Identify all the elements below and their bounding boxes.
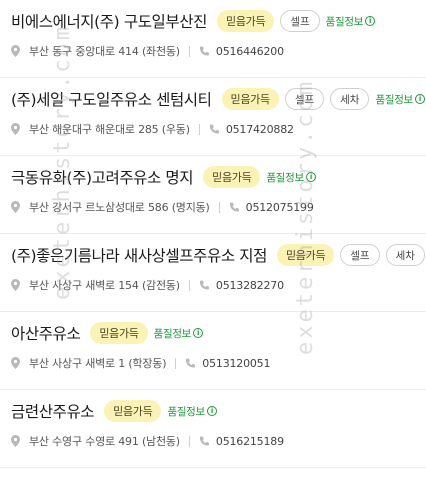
location-pin-icon: [11, 123, 20, 135]
list-item[interactable]: (주)좋은기름나라 새사상셀프주유소 지점 믿음가득 셀프 세차 부산 사상구 …: [0, 234, 426, 312]
station-list: 비에스에너지(주) 구도일부산진 믿음가득 셀프 품질정보 i 부산 동구 중앙…: [0, 0, 426, 468]
phone-number[interactable]: 0517420882: [226, 123, 294, 136]
phone-icon: [199, 436, 209, 445]
phone-icon: [229, 202, 239, 211]
phone-icon: [199, 280, 209, 289]
phone-icon: [209, 124, 219, 133]
tag-self: 셀프: [340, 244, 380, 266]
station-name[interactable]: 비에스에너지(주) 구도일부산진: [11, 10, 207, 32]
trust-badge: 믿음가득: [203, 166, 261, 188]
location-pin-icon: [11, 357, 20, 369]
quality-info-label: 품질정보: [167, 405, 205, 418]
quality-info-link[interactable]: 품질정보 i: [153, 326, 204, 341]
title-row: 극동유화(주)고려주유소 명지 믿음가득 품질정보 i: [11, 164, 426, 190]
title-row: 아산주유소 믿음가득 품질정보 i: [11, 320, 426, 346]
title-row: 금련산주유소 믿음가득 품질정보 i: [11, 398, 426, 424]
address: 부산 강서구 르노삼성대로 586 (명지동): [29, 201, 210, 214]
title-row: (주)좋은기름나라 새사상셀프주유소 지점 믿음가득 셀프 세차: [11, 242, 426, 268]
address: 부산 수영구 수영로 491 (남천동): [29, 435, 180, 448]
list-item[interactable]: 아산주유소 믿음가득 품질정보 i 부산 사상구 새벽로 1 (학장동) 051…: [0, 312, 426, 390]
info-icon: i: [193, 328, 204, 338]
address: 부산 사상구 새벽로 1 (학장동): [29, 357, 167, 370]
tag-carwash: 세차: [385, 244, 425, 266]
divider: [188, 279, 190, 291]
list-item[interactable]: 금련산주유소 믿음가득 품질정보 i 부산 수영구 수영로 491 (남천동) …: [0, 390, 426, 468]
meta-row: 부산 사상구 새벽로 154 (감전동) 0513282270: [11, 276, 426, 294]
location-pin-icon: [11, 435, 20, 447]
trust-badge: 믿음가득: [104, 400, 162, 422]
location-pin-icon: [11, 45, 20, 57]
list-item[interactable]: 비에스에너지(주) 구도일부산진 믿음가득 셀프 품질정보 i 부산 동구 중앙…: [0, 0, 426, 78]
info-icon: i: [206, 406, 217, 416]
title-row: 비에스에너지(주) 구도일부산진 믿음가득 셀프 품질정보 i: [11, 8, 426, 34]
location-pin-icon: [11, 279, 20, 291]
divider: [218, 201, 220, 213]
phone-number[interactable]: 0513282270: [216, 279, 284, 292]
quality-info-label: 품질정보: [325, 15, 364, 28]
station-name[interactable]: 극동유화(주)고려주유소 명지: [11, 166, 194, 188]
quality-info-label: 품질정보: [266, 171, 304, 184]
quality-info-link[interactable]: 품질정보 i: [325, 14, 376, 29]
info-icon: i: [414, 94, 425, 104]
address: 부산 사상구 새벽로 154 (감전동): [29, 279, 180, 292]
tag-carwash: 세차: [330, 88, 370, 110]
tag-self: 셀프: [284, 88, 325, 110]
station-name[interactable]: (주)좋은기름나라 새사상셀프주유소 지점: [11, 244, 267, 266]
quality-info-link[interactable]: 품질정보 i: [266, 170, 316, 185]
phone-number[interactable]: 0516215189: [216, 435, 284, 448]
tag-self: 셀프: [280, 10, 320, 32]
phone-icon: [186, 358, 196, 367]
meta-row: 부산 사상구 새벽로 1 (학장동) 0513120051: [11, 354, 426, 372]
station-name[interactable]: 금련산주유소: [11, 400, 95, 422]
list-item[interactable]: (주)세일 구도일주유소 센텀시티 믿음가득 셀프 세차 품질정보 i 부산 해…: [0, 78, 426, 156]
location-pin-icon: [11, 201, 20, 213]
divider: [188, 435, 190, 447]
station-name[interactable]: 아산주유소: [11, 322, 81, 344]
trust-badge: 믿음가득: [221, 88, 279, 110]
trust-badge: 믿음가득: [276, 244, 335, 266]
quality-info-label: 품질정보: [153, 327, 192, 340]
phone-number[interactable]: 0512075199: [246, 201, 314, 214]
phone-icon: [199, 46, 209, 55]
info-icon: i: [305, 172, 316, 182]
address: 부산 해운대구 해운대로 285 (우동): [29, 123, 190, 136]
info-icon: i: [365, 16, 376, 26]
trust-badge: 믿음가득: [90, 322, 148, 344]
quality-info-label: 품질정보: [375, 93, 413, 106]
divider: [188, 45, 190, 57]
meta-row: 부산 강서구 르노삼성대로 586 (명지동) 0512075199: [11, 198, 426, 216]
meta-row: 부산 수영구 수영로 491 (남천동) 0516215189: [11, 432, 426, 450]
list-item[interactable]: 극동유화(주)고려주유소 명지 믿음가득 품질정보 i 부산 강서구 르노삼성대…: [0, 156, 426, 234]
title-row: (주)세일 구도일주유소 센텀시티 믿음가득 셀프 세차 품질정보 i: [11, 86, 426, 112]
trust-badge: 믿음가득: [217, 10, 275, 32]
quality-info-link[interactable]: 품질정보 i: [167, 404, 217, 419]
station-name[interactable]: (주)세일 구도일주유소 센텀시티: [11, 88, 212, 110]
meta-row: 부산 해운대구 해운대로 285 (우동) 0517420882: [11, 120, 426, 138]
phone-number[interactable]: 0516446200: [216, 45, 284, 58]
address: 부산 동구 중앙대로 414 (좌천동): [29, 45, 180, 58]
divider: [175, 357, 177, 369]
quality-info-link[interactable]: 품질정보 i: [375, 92, 425, 107]
phone-number[interactable]: 0513120051: [202, 357, 270, 370]
meta-row: 부산 동구 중앙대로 414 (좌천동) 0516446200: [11, 42, 426, 60]
divider: [198, 123, 200, 135]
